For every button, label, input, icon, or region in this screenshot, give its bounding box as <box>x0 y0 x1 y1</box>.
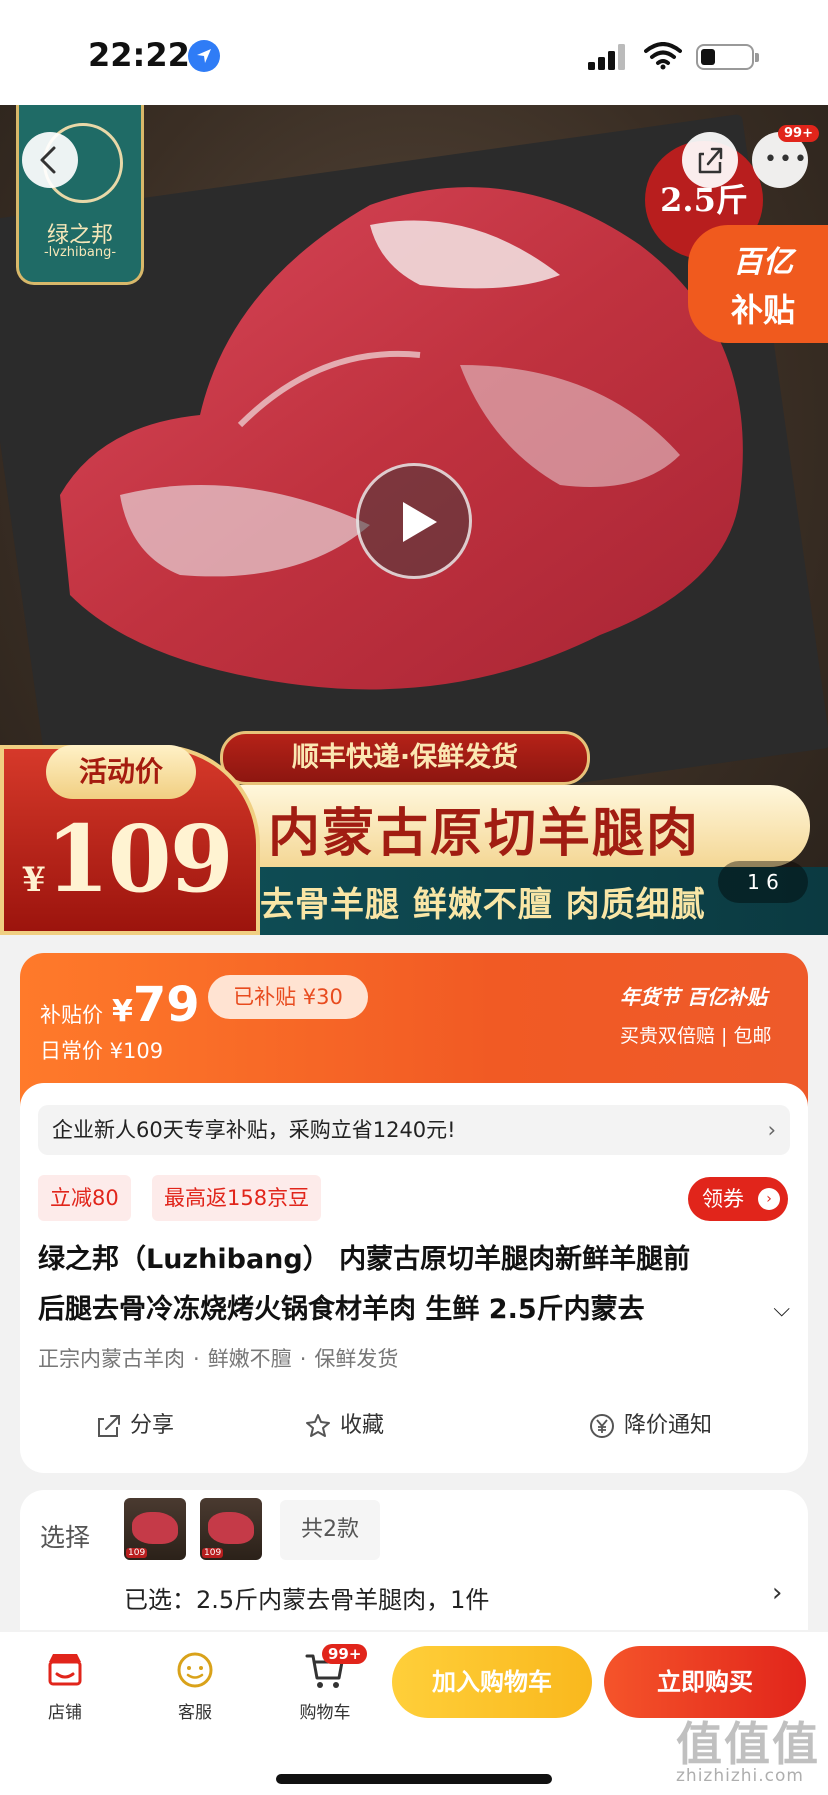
selected-variant-text: 已选：2.5斤内蒙去骨羊腿肉，1件 <box>124 1586 490 1614</box>
price-card: 补贴价 ¥79 已补贴 ¥30 日常价 ¥109 年货节 百亿补贴 买贵双倍赔 … <box>20 953 808 1473</box>
subsidy-price: ¥79 <box>112 977 200 1033</box>
share-icon <box>98 1415 120 1437</box>
share-icon <box>698 147 723 174</box>
variant-count: 共2款 <box>280 1500 380 1560</box>
chevron-left-icon <box>40 146 56 174</box>
add-to-cart-button[interactable]: 加入购物车 <box>392 1646 592 1718</box>
cart-label: 购物车 <box>299 1703 351 1723</box>
saved-amount-tag: 已补贴 ¥30 <box>208 975 368 1019</box>
select-label: 选择 <box>40 1523 91 1552</box>
price-alert-action-label: 降价通知 <box>624 1413 713 1438</box>
variant-thumbnail[interactable] <box>124 1498 186 1560</box>
status-time: 22:22 <box>88 36 190 74</box>
subsidy-price-label: 补贴价 <box>40 1003 103 1027</box>
chevron-right-icon: › <box>772 1578 783 1608</box>
chevron-right-icon: › <box>767 1118 776 1142</box>
daily-price: 日常价 ¥109 <box>40 1039 164 1063</box>
location-icon <box>188 40 220 72</box>
product-features: 正宗内蒙古羊肉 · 鲜嫩不膻 · 保鲜发货 <box>38 1347 399 1371</box>
subsidy-price-value: 79 <box>132 977 200 1033</box>
star-icon <box>306 1414 330 1437</box>
product-actions: 分享 收藏 降价通知 <box>20 1401 808 1451</box>
home-indicator[interactable] <box>276 1774 552 1784</box>
promo-shipping-label: 顺丰快递·保鲜发货 <box>220 731 590 785</box>
activity-price-label: 活动价 <box>46 745 196 799</box>
guarantee-text[interactable]: 买贵双倍赔 | 包邮 <box>620 1021 771 1048</box>
festival-subsidy-badge: 年货节 百亿补贴 <box>620 985 767 1009</box>
store-label: 店铺 <box>48 1703 82 1723</box>
feature-item: 保鲜发货 <box>314 1347 399 1371</box>
subsidy-tag-line2: 补贴 <box>730 291 795 329</box>
share-action-label: 分享 <box>130 1413 175 1438</box>
wifi-icon <box>644 42 682 70</box>
yen-alert-icon <box>590 1414 614 1438</box>
enterprise-notice-text: 企业新人60天专享补贴，采购立省1240元! <box>52 1118 456 1142</box>
product-title-line1: 绿之邦（Luzhibang） 内蒙古原切羊腿肉新鲜羊腿前 <box>38 1244 691 1275</box>
expand-chevron-icon[interactable]: ⌵ <box>773 1285 790 1335</box>
chevron-right-icon: › <box>758 1188 780 1210</box>
get-coupon-button[interactable]: 领券 › <box>688 1177 788 1221</box>
signal-icon <box>588 44 625 70</box>
favorite-action-label: 收藏 <box>340 1413 385 1438</box>
customer-service-icon <box>173 1648 217 1692</box>
status-bar: 22:22 <box>0 0 828 105</box>
store-button[interactable]: 店铺 <box>20 1648 110 1723</box>
store-icon <box>43 1648 87 1692</box>
variant-selector[interactable]: 选择 共2款 已选：2.5斤内蒙去骨羊腿肉，1件 › <box>20 1490 808 1630</box>
activity-price: ¥109 <box>22 805 234 913</box>
discount-tag: 立减80 <box>38 1175 131 1221</box>
cart-count-badge: 99+ <box>322 1644 368 1664</box>
enterprise-notice[interactable]: 企业新人60天专享补贴，采购立省1240元! › <box>38 1105 790 1155</box>
activity-price-currency: ¥ <box>22 860 46 900</box>
more-icon: ••• <box>764 147 809 172</box>
variant-thumbnail[interactable] <box>200 1498 262 1560</box>
image-page-indicator: 1 6 <box>718 861 808 903</box>
jd-beans-tag: 最高返158京豆 <box>152 1175 322 1221</box>
product-hero-image[interactable]: 绿之邦 -lvzhibang- 2.5斤 ••• 99+ 百亿 补贴 内蒙古原切… <box>0 105 828 935</box>
brand-logo-sub: -lvzhibang- <box>43 245 117 260</box>
video-play-button[interactable] <box>356 463 472 579</box>
share-action-button[interactable]: 分享 <box>96 1401 174 1451</box>
battery-icon <box>696 44 759 70</box>
subsidy-price-currency: ¥ <box>112 994 133 1029</box>
product-info: 企业新人60天专享补贴，采购立省1240元! › 立减80 最高返158京豆 领… <box>20 1083 808 1473</box>
customer-service-button[interactable]: 客服 <box>150 1648 240 1723</box>
activity-price-value: 109 <box>45 805 234 913</box>
product-title-line2: 后腿去骨冷冻烧烤火锅食材羊肉 生鲜 2.5斤内蒙去 <box>38 1294 645 1325</box>
customer-service-label: 客服 <box>178 1703 212 1723</box>
promo-title: 内蒙古原切羊腿肉 <box>268 803 701 864</box>
promo-subtitle: 去骨羊腿 鲜嫩不膻 肉质细腻 <box>260 885 706 925</box>
feature-item: 正宗内蒙古羊肉 <box>38 1347 185 1371</box>
product-title[interactable]: 绿之邦（Luzhibang） 内蒙古原切羊腿肉新鲜羊腿前 后腿去骨冷冻烧烤火锅食… <box>38 1235 790 1335</box>
message-count-badge: 99+ <box>778 125 819 142</box>
share-button[interactable] <box>682 132 738 188</box>
feature-item: 鲜嫩不膻 <box>207 1347 292 1371</box>
favorite-action-button[interactable]: 收藏 <box>304 1401 384 1451</box>
watermark-logo: 值值值 <box>676 1717 820 1771</box>
price-alert-action-button[interactable]: 降价通知 <box>588 1401 712 1451</box>
billion-subsidy-tag: 百亿 补贴 <box>688 225 828 343</box>
subsidy-tag-line1: 百亿 <box>733 245 793 280</box>
watermark-url: zhizhizhi.com <box>676 1766 804 1786</box>
back-button[interactable] <box>22 132 78 188</box>
coupon-button-label: 领券 <box>702 1187 744 1211</box>
